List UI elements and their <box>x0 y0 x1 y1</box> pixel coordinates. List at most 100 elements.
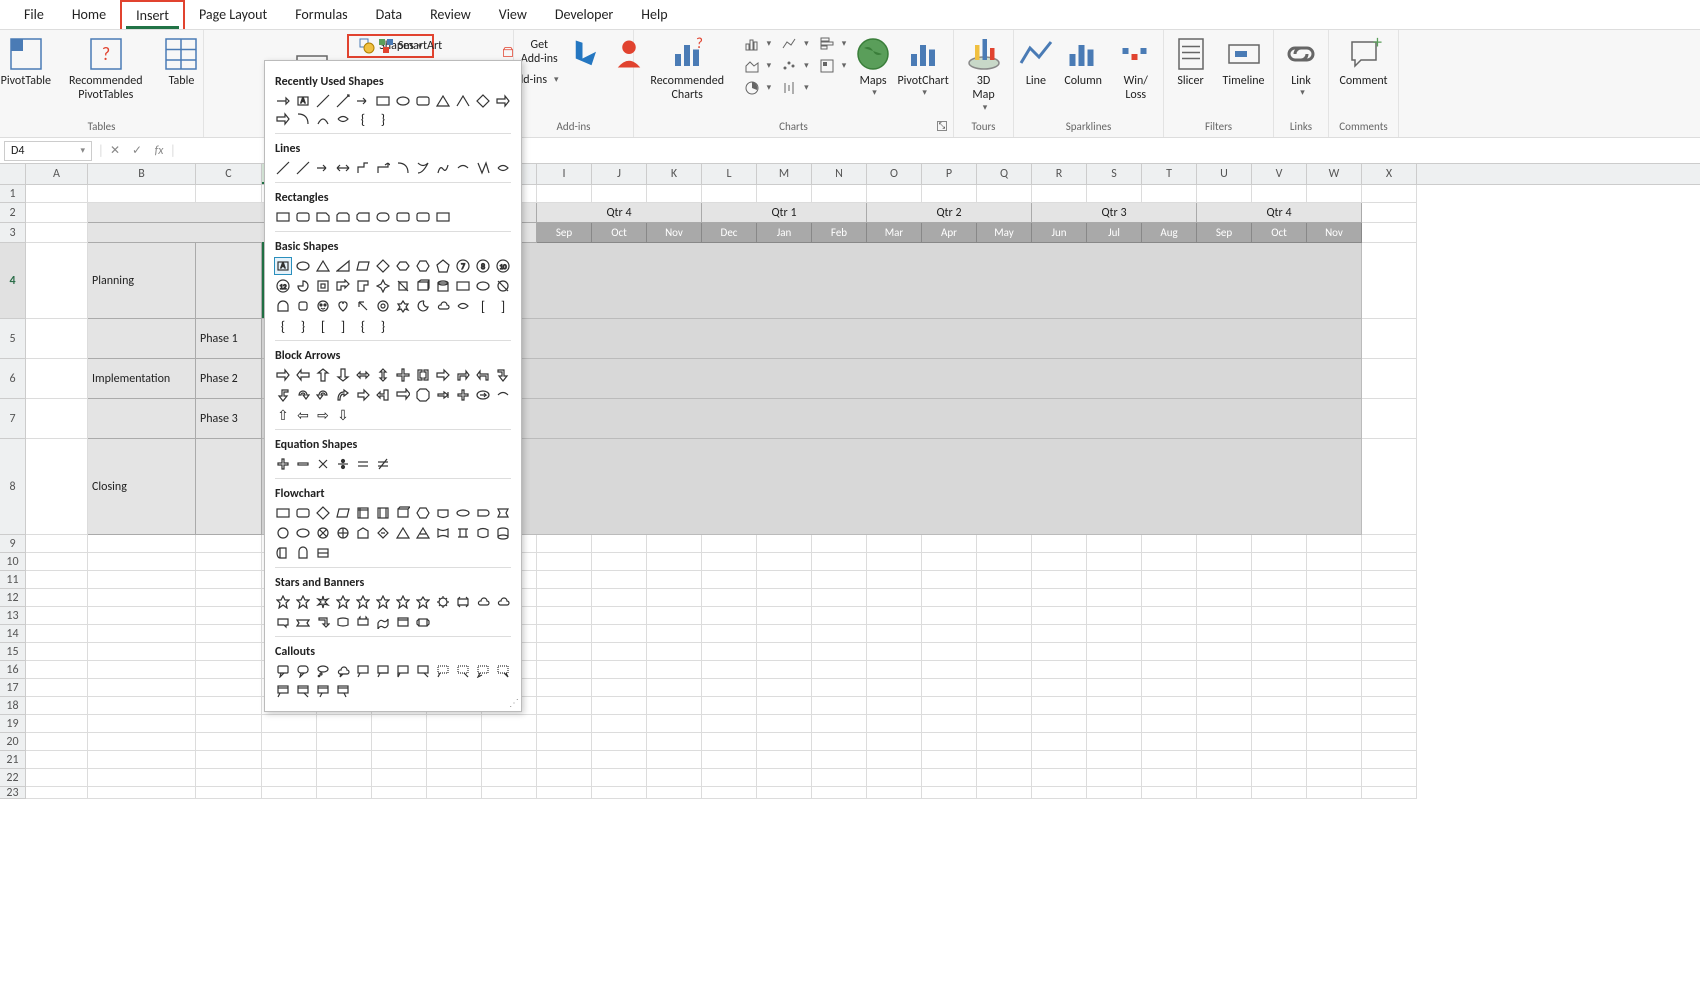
cell[interactable] <box>867 589 922 607</box>
cell[interactable] <box>88 751 196 769</box>
cell[interactable] <box>812 751 867 769</box>
shape-item[interactable] <box>375 525 391 541</box>
shape-item[interactable] <box>435 258 451 274</box>
cell[interactable] <box>1087 535 1142 553</box>
cell[interactable] <box>26 715 88 733</box>
cell[interactable] <box>757 571 812 589</box>
column-header-O[interactable]: O <box>867 164 922 184</box>
shape-item[interactable] <box>435 93 451 109</box>
shape-item[interactable] <box>295 278 311 294</box>
cell[interactable] <box>1142 185 1197 203</box>
cell[interactable] <box>757 607 812 625</box>
cell[interactable] <box>1252 625 1307 643</box>
cell[interactable] <box>977 787 1032 799</box>
cell[interactable] <box>1362 223 1417 243</box>
cell[interactable] <box>922 769 977 787</box>
shape-item[interactable] <box>415 93 431 109</box>
cell[interactable] <box>196 553 262 571</box>
shape-item[interactable] <box>495 387 511 403</box>
cell[interactable] <box>26 399 88 439</box>
shape-item[interactable] <box>475 367 491 383</box>
area-chart-button[interactable] <box>740 56 776 76</box>
shape-item[interactable]: ⇦ <box>295 407 311 423</box>
column-header-W[interactable]: W <box>1307 164 1362 184</box>
cell[interactable] <box>1252 715 1307 733</box>
shape-item[interactable] <box>315 111 331 127</box>
shape-item[interactable] <box>335 111 351 127</box>
cell[interactable] <box>1252 535 1307 553</box>
shape-item[interactable] <box>335 387 351 403</box>
cell[interactable] <box>592 733 647 751</box>
cell[interactable] <box>1087 607 1142 625</box>
cell[interactable] <box>812 769 867 787</box>
cell[interactable] <box>537 535 592 553</box>
shape-item[interactable] <box>315 456 331 472</box>
cell[interactable] <box>812 679 867 697</box>
cell[interactable] <box>702 751 757 769</box>
smartart-button[interactable]: SmartArt <box>374 36 446 56</box>
column-header-A[interactable]: A <box>26 164 88 184</box>
cell[interactable] <box>922 643 977 661</box>
shape-item[interactable] <box>295 525 311 541</box>
cell[interactable] <box>196 185 262 203</box>
shape-item[interactable] <box>355 160 371 176</box>
cell[interactable] <box>812 733 867 751</box>
cell[interactable] <box>1197 733 1252 751</box>
cell[interactable] <box>812 787 867 799</box>
cell[interactable] <box>1252 589 1307 607</box>
shape-item[interactable] <box>475 278 491 294</box>
cell[interactable] <box>757 589 812 607</box>
cell[interactable] <box>196 679 262 697</box>
cell[interactable] <box>812 185 867 203</box>
cell[interactable] <box>592 769 647 787</box>
cell[interactable] <box>88 769 196 787</box>
shape-item[interactable] <box>475 663 491 679</box>
shape-item[interactable] <box>335 209 351 225</box>
shape-item[interactable] <box>295 111 311 127</box>
cell[interactable] <box>1362 589 1417 607</box>
column-header-K[interactable]: K <box>647 164 702 184</box>
cell[interactable] <box>812 715 867 733</box>
cell[interactable] <box>1032 769 1087 787</box>
shape-item[interactable] <box>435 160 451 176</box>
shape-item[interactable] <box>495 278 511 294</box>
cell[interactable] <box>757 751 812 769</box>
shape-item[interactable] <box>315 663 331 679</box>
slicer-button[interactable]: Slicer <box>1167 34 1215 90</box>
cell[interactable] <box>1142 535 1197 553</box>
shape-item[interactable] <box>335 683 351 699</box>
cell[interactable] <box>1087 751 1142 769</box>
shape-item[interactable] <box>415 367 431 383</box>
cell[interactable] <box>317 769 372 787</box>
shape-item[interactable] <box>395 663 411 679</box>
cell[interactable] <box>1087 769 1142 787</box>
cell[interactable] <box>1307 661 1362 679</box>
cell[interactable] <box>1032 787 1087 799</box>
cell[interactable] <box>592 787 647 799</box>
row-header-20[interactable]: 20 <box>0 733 26 751</box>
cell[interactable] <box>647 643 702 661</box>
shape-item[interactable] <box>275 594 291 610</box>
cell[interactable] <box>427 751 482 769</box>
cell[interactable] <box>537 787 592 799</box>
cell[interactable] <box>1197 679 1252 697</box>
cell[interactable] <box>26 535 88 553</box>
cell[interactable] <box>867 661 922 679</box>
cell[interactable] <box>88 607 196 625</box>
pivottable-button[interactable]: PivotTable <box>2 34 51 90</box>
cell[interactable] <box>592 751 647 769</box>
cell[interactable] <box>867 571 922 589</box>
cell[interactable] <box>262 751 317 769</box>
cell[interactable] <box>922 661 977 679</box>
cell[interactable] <box>427 787 482 799</box>
cell[interactable] <box>88 535 196 553</box>
cell[interactable] <box>88 697 196 715</box>
shape-item[interactable] <box>275 545 291 561</box>
cell[interactable] <box>196 733 262 751</box>
cell[interactable] <box>372 733 427 751</box>
pivotchart-button[interactable]: PivotChart <box>896 34 950 101</box>
shape-item[interactable] <box>315 160 331 176</box>
cell[interactable] <box>1362 571 1417 589</box>
cell[interactable] <box>537 589 592 607</box>
shape-item[interactable] <box>395 258 411 274</box>
